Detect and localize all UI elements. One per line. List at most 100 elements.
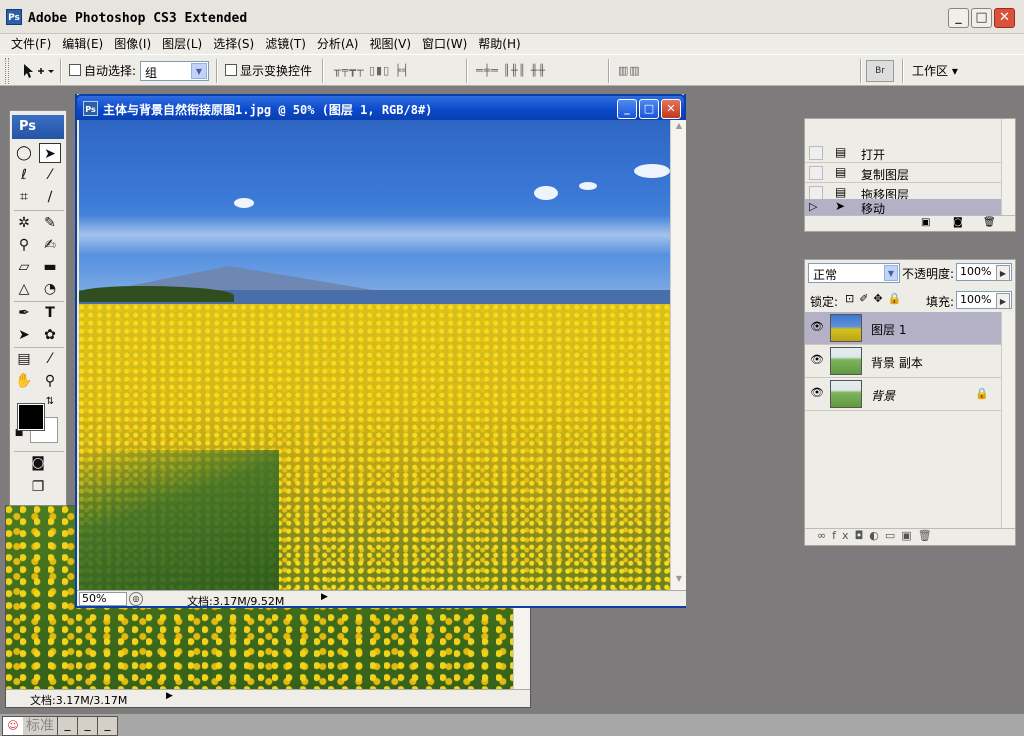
history-item-move[interactable]: ▷ ➤ 移动 [805,199,1001,216]
layer-style-icon[interactable]: fx [832,529,854,542]
bridge-button[interactable]: Br [866,60,894,82]
lock-options-icons[interactable]: ⊡✐✥🔒 [845,292,906,305]
close-button[interactable]: ✕ [994,8,1015,28]
scroll-down-icon[interactable]: ▼ [672,574,686,588]
distribute-buttons[interactable]: ═╪═ ║╫║ ╫╫ [476,64,546,77]
eraser-tool-icon[interactable]: ▱ [13,257,35,277]
layer-thumbnail[interactable] [830,380,862,408]
menu-edit[interactable]: 编辑(E) [59,34,111,54]
zoom-tool-icon[interactable]: ⚲ [39,371,61,391]
document-canvas[interactable] [79,120,670,590]
document-title-bar[interactable]: Ps 主体与背景自然衔接原图1.jpg @ 50% (图层 1, RGB/8#)… [75,94,686,120]
align-buttons[interactable]: ╥╤┳┬ ▯▮▯ ╞╡ [334,64,410,77]
eye-icon[interactable]: 👁 [809,386,825,402]
history-scrollbar[interactable] [1001,119,1015,215]
toolbox-header[interactable]: Ps [12,115,64,139]
status-arrow-icon[interactable]: ▶ [321,592,328,602]
menu-help[interactable]: 帮助(H) [475,34,528,54]
menu-layer[interactable]: 图层(L) [159,34,210,54]
layer-row-layer-1[interactable]: 👁 图层 1 [805,312,1001,345]
eyedropper-tool-icon[interactable]: ⁄ [39,349,61,369]
trash-icon[interactable]: 🗑 [983,217,996,228]
layer-thumbnail[interactable] [830,347,862,375]
menu-analysis[interactable]: 分析(A) [314,34,367,54]
menu-image[interactable]: 图像(I) [111,34,159,54]
fill-field[interactable]: 100% ▶ [956,291,1012,309]
document-minimize-button[interactable]: _ [617,99,637,119]
auto-select-dropdown[interactable]: 组 ▼ [140,61,209,81]
document-maximize-button[interactable]: □ [639,99,659,119]
menu-view[interactable]: 视图(V) [366,34,419,54]
workspace-menu[interactable]: 工作区 ▾ [912,62,958,79]
eye-icon[interactable]: 👁 [809,353,825,369]
history-snapshot-checkbox[interactable] [809,186,823,200]
adjustment-layer-icon[interactable]: ◐ [869,529,885,542]
trash-icon[interactable]: 🗑 [918,529,938,542]
clone-stamp-tool-icon[interactable]: ⚲ [13,235,35,255]
ime-button[interactable]: _ [77,717,97,735]
history-brush-tool-icon[interactable]: ✍ [39,235,61,255]
history-item-open[interactable]: ▤ 打开 [805,143,1001,163]
blend-mode-dropdown[interactable]: 正常 ▼ [808,263,900,283]
type-tool-icon[interactable]: T [39,303,61,323]
history-snapshot-checkbox[interactable] [809,166,823,180]
healing-brush-tool-icon[interactable]: ✲ [13,213,35,233]
document-close-button[interactable]: ✕ [661,99,681,119]
ime-logo-icon[interactable]: ☺ [3,717,23,735]
menu-file[interactable]: 文件(F) [8,34,59,54]
brush-tool-icon[interactable]: ✎ [39,213,61,233]
menu-filter[interactable]: 滤镜(T) [262,34,314,54]
layer-mask-icon[interactable]: ◘ [855,529,870,542]
crop-tool-icon[interactable]: ⌗ [13,187,35,207]
magic-wand-tool-icon[interactable]: ⁄ [39,165,61,185]
menu-window[interactable]: 窗口(W) [419,34,475,54]
swap-colors-icon[interactable]: ⇅ [42,395,58,409]
screen-mode-icon[interactable]: ❐ [27,477,49,497]
ime-button[interactable]: _ [97,717,117,735]
show-transform-checkbox[interactable] [225,64,237,76]
new-layer-icon[interactable]: ▣ [901,529,917,542]
elliptical-marquee-tool-icon[interactable]: ◯ [13,143,35,163]
auto-select-checkbox[interactable] [69,64,81,76]
scroll-up-icon[interactable]: ▲ [672,121,686,135]
path-selection-tool-icon[interactable]: ➤ [13,325,35,345]
ime-mode-label[interactable]: 标准 [23,717,57,735]
foreground-color-swatch[interactable] [17,403,45,431]
snapshot-icon[interactable]: ◙ [953,217,963,228]
menu-select[interactable]: 选择(S) [210,34,262,54]
create-document-icon[interactable]: ▣ [921,217,930,228]
link-layers-icon[interactable]: ∞ [817,529,832,542]
hand-tool-icon[interactable]: ✋ [13,371,35,391]
layers-scrollbar[interactable] [1001,312,1015,528]
history-snapshot-checkbox[interactable] [809,146,823,160]
status-arrow-icon[interactable]: ▶ [166,691,173,701]
notes-tool-icon[interactable]: ▤ [13,349,35,369]
lasso-tool-icon[interactable]: ℓ [13,165,35,185]
layer-row-background[interactable]: 👁 背景 🔒 [805,378,1001,411]
group-icon[interactable]: ▭ [885,529,901,542]
eye-icon[interactable]: 👁 [809,320,825,336]
zoom-preview-icon[interactable]: ◎ [129,592,143,606]
quick-mask-icon[interactable]: ◙ [27,453,49,473]
chevron-right-icon[interactable]: ▶ [996,265,1010,281]
layer-row-background-copy[interactable]: 👁 背景 副本 [805,345,1001,378]
slice-tool-icon[interactable]: ∕ [39,187,61,207]
gradient-tool-icon[interactable]: ▬ [39,257,61,277]
auto-align-button[interactable]: ▥▥ [618,64,641,77]
custom-shape-tool-icon[interactable]: ✿ [39,325,61,345]
dodge-tool-icon[interactable]: ◔ [39,279,61,299]
zoom-field[interactable]: 50% [79,592,127,606]
move-tool-icon[interactable]: ➤ [39,143,61,163]
blur-tool-icon[interactable]: △ [13,279,35,299]
move-tool-icon[interactable] [18,61,56,81]
minimize-button[interactable]: _ [948,8,969,28]
document-vertical-scrollbar[interactable]: ▲ ▼ [670,120,686,590]
opacity-field[interactable]: 100% ▶ [956,263,1012,281]
maximize-button[interactable]: □ [971,8,992,28]
options-bar-grip[interactable] [5,58,9,84]
history-item-duplicate-layer[interactable]: ▤ 复制图层 [805,163,1001,183]
layer-thumbnail[interactable] [830,314,862,342]
ime-button[interactable]: _ [57,717,77,735]
chevron-right-icon[interactable]: ▶ [996,293,1010,309]
pen-tool-icon[interactable]: ✒ [13,303,35,323]
